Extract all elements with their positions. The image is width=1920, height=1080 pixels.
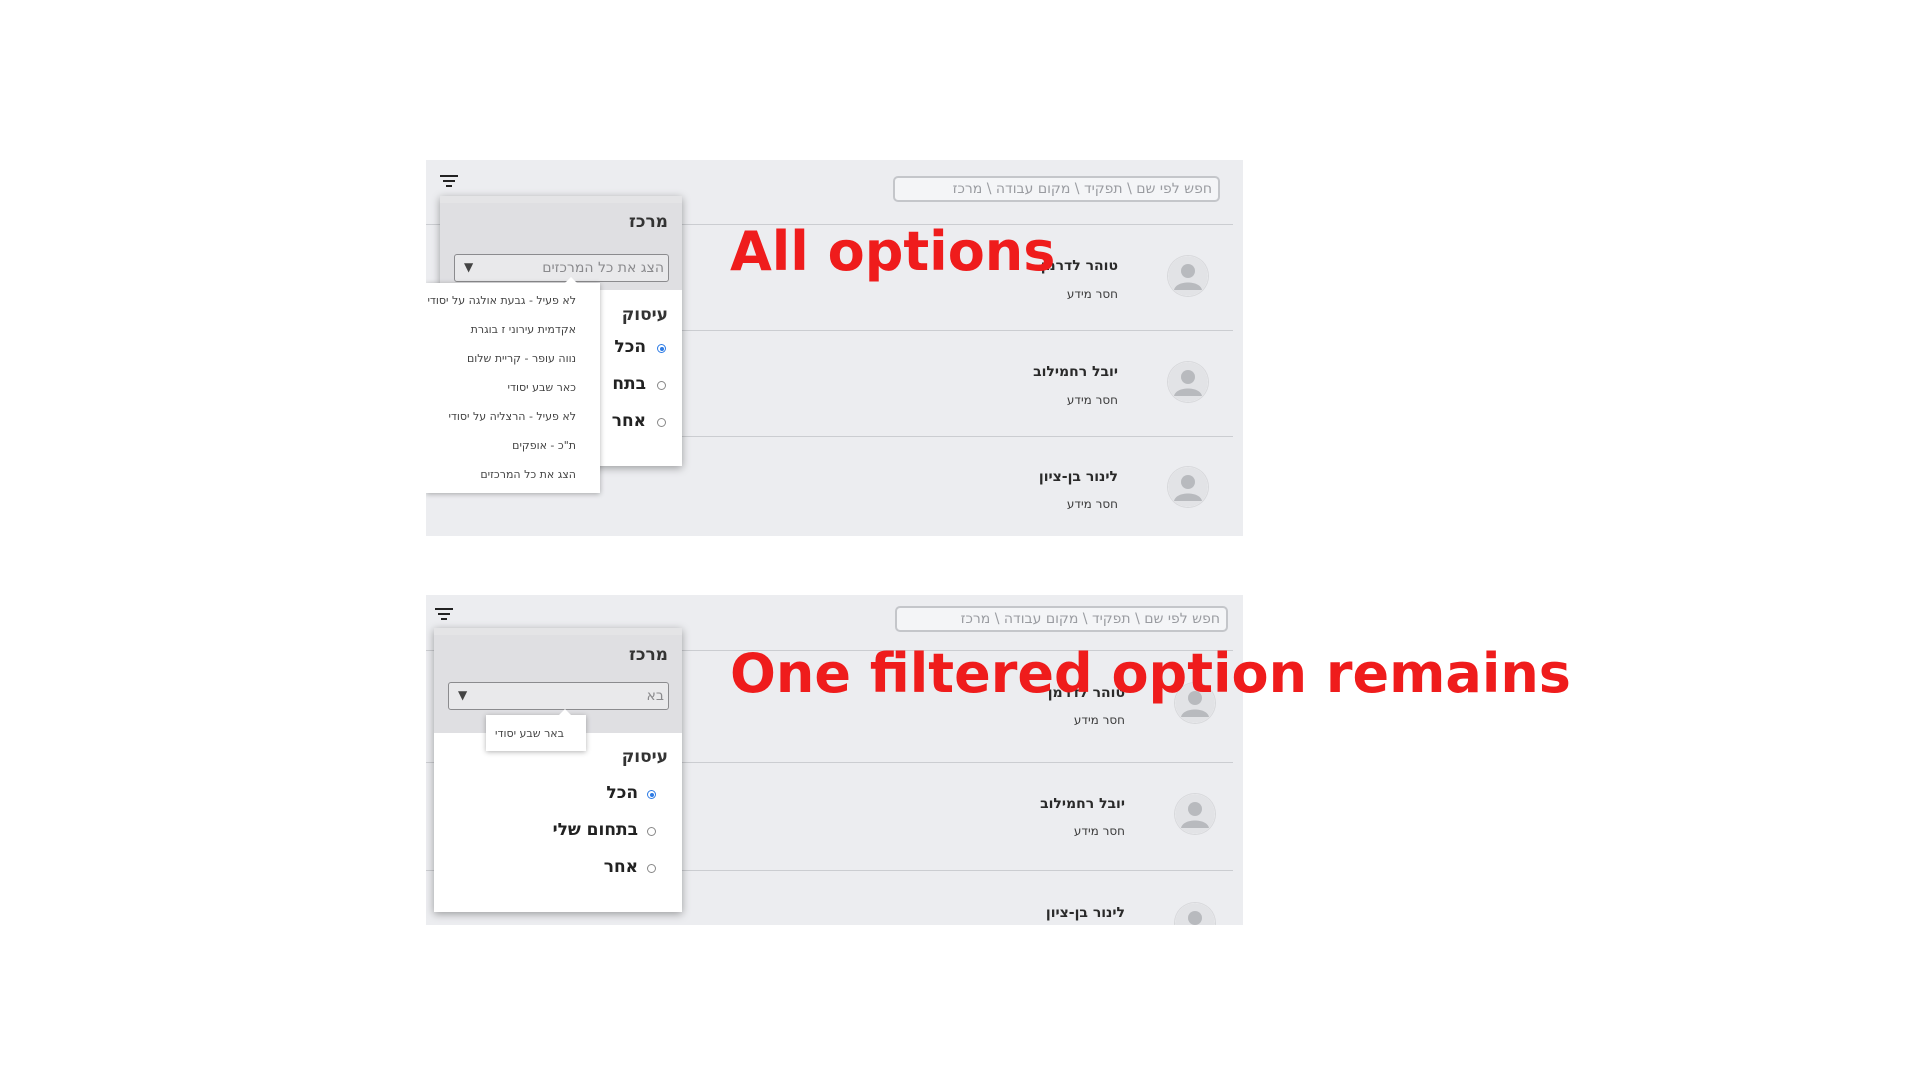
center-label: מרכז — [629, 645, 668, 665]
person-info: חסר מידע — [1066, 287, 1118, 301]
person-info: חסר מידע — [1066, 393, 1118, 407]
person-name: יובל רחמילוב — [1033, 364, 1118, 380]
radio-other[interactable]: אחר — [588, 411, 668, 433]
center-dropdown-list: לא פעיל - גבעת אולגה על יסודי אקדמית עיר… — [426, 277, 600, 493]
center-select-value: הצג את כל המרכזים — [542, 260, 664, 276]
dropdown-option[interactable]: ת"כ - אופקים — [512, 439, 576, 452]
avatar-icon — [1175, 794, 1215, 834]
center-dropdown-list: באר שבע יסודי — [486, 709, 586, 751]
dropdown-option[interactable]: לא פעיל - הרצליה על יסודי — [448, 410, 576, 423]
person-info: חסר מידע — [1066, 497, 1118, 511]
caption-all-options: All options — [730, 220, 1056, 283]
filter-icon[interactable] — [435, 607, 453, 621]
avatar-icon — [1168, 467, 1208, 507]
radio-all[interactable]: הכל — [536, 783, 656, 805]
dropdown-option[interactable]: באר שבע יסודי — [495, 727, 564, 740]
radio-selected-icon[interactable] — [657, 344, 666, 353]
people-list-panel-all-options: חפש לפי שם \ תפקיד \ מקום עבודה \ מרכז ט… — [426, 160, 1243, 536]
search-input[interactable]: חפש לפי שם \ תפקיד \ מקום עבודה \ מרכז — [895, 606, 1228, 632]
employment-label: עיסוק — [621, 747, 668, 767]
person-info: חסר מידע — [1073, 713, 1125, 727]
dropdown-option[interactable]: אקדמית עירוני ז בוגרת — [471, 323, 576, 336]
radio-other[interactable]: אחר — [536, 857, 656, 879]
person-name: יובל רחמילוב — [1040, 796, 1125, 812]
radio-label: בתחום שלי — [552, 820, 638, 840]
radio-label: אחר — [603, 857, 638, 877]
radio-unselected-icon[interactable] — [647, 827, 656, 836]
popup-header: מרכז הצג את כל המרכזים ▼ — [440, 203, 682, 290]
radio-selected-icon[interactable] — [647, 790, 656, 799]
radio-label: בתח — [612, 374, 646, 394]
person-name: לינור בן-ציון — [1038, 469, 1118, 485]
chevron-down-icon[interactable]: ▼ — [464, 260, 473, 274]
radio-my-field[interactable]: בתחום שלי — [536, 820, 656, 842]
radio-all[interactable]: הכל — [588, 337, 668, 359]
dropdown-option[interactable]: כאר שבע יסודי — [508, 381, 576, 394]
employment-label: עיסוק — [621, 305, 668, 325]
dropdown-option[interactable]: הצג את כל המרכזים — [480, 468, 576, 481]
radio-label: אחר — [611, 411, 646, 431]
dropdown-option[interactable]: נווה עופר - קריית שלום — [467, 352, 576, 365]
avatar-icon — [1168, 256, 1208, 296]
center-select[interactable]: הצג את כל המרכזים ▼ — [454, 254, 669, 282]
avatar-icon — [1175, 903, 1215, 925]
radio-label: הכל — [606, 783, 638, 803]
dropdown-notch — [559, 709, 571, 715]
radio-unselected-icon[interactable] — [647, 864, 656, 873]
center-select[interactable]: בא ▼ — [448, 682, 669, 710]
person-info: חסר מידע — [1073, 824, 1125, 838]
filter-icon[interactable] — [440, 174, 458, 188]
radio-unselected-icon[interactable] — [657, 381, 666, 390]
filter-popup: מרכז בא ▼ עיסוק הכל בתחום שלי אחר — [434, 628, 682, 912]
avatar-icon — [1168, 362, 1208, 402]
center-label: מרכז — [629, 212, 668, 232]
person-name: לינור בן-ציון — [1045, 905, 1125, 921]
search-input[interactable]: חפש לפי שם \ תפקיד \ מקום עבודה \ מרכז — [893, 176, 1220, 202]
dropdown-notch — [565, 277, 577, 283]
radio-my-field[interactable]: בתח — [588, 374, 668, 396]
caption-filtered: One filtered option remains — [730, 642, 1571, 705]
radio-unselected-icon[interactable] — [657, 418, 666, 427]
radio-label: הכל — [614, 337, 646, 357]
center-select-value: בא — [646, 688, 664, 704]
dropdown-option[interactable]: לא פעיל - גבעת אולגה על יסודי — [427, 294, 576, 307]
chevron-down-icon[interactable]: ▼ — [458, 688, 467, 702]
